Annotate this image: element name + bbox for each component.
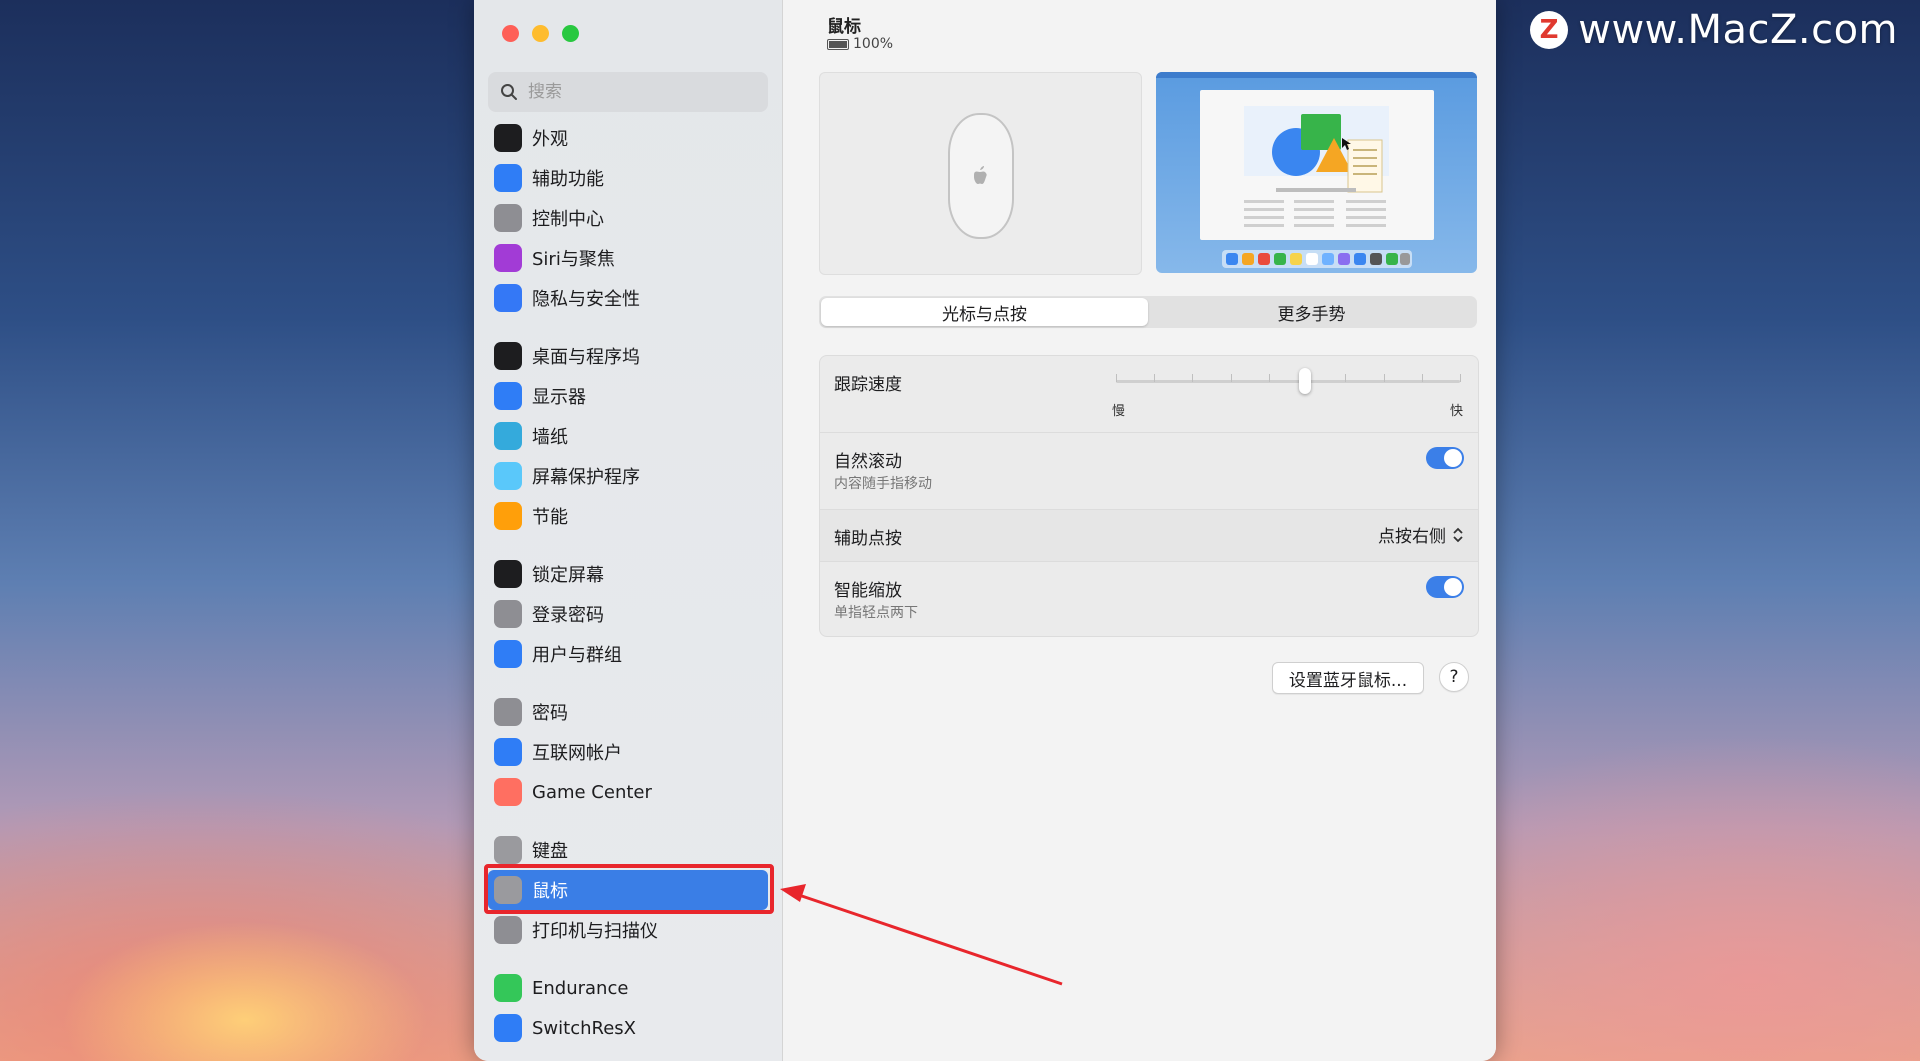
annotation-arrow-icon [780, 884, 1063, 986]
